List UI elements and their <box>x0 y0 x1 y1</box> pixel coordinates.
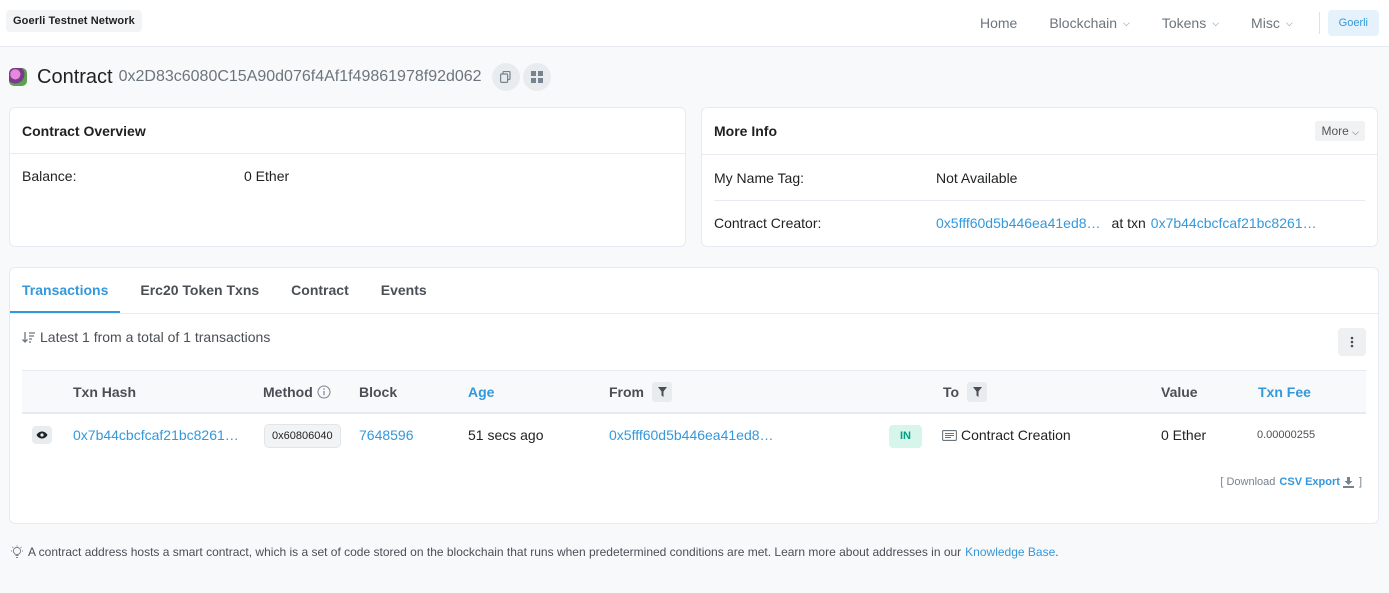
top-header: Goerli Testnet Network Home Blockchain ⌵ … <box>0 0 1389 47</box>
card-title: More Info <box>714 123 777 139</box>
creator-txn-link[interactable]: 0x7b44cbcfcaf21bc8261… <box>1151 215 1317 231</box>
nav-misc[interactable]: Misc ⌵ <box>1235 0 1309 46</box>
contract-avatar <box>9 68 27 86</box>
footer-note: A contract address hosts a smart contrac… <box>9 545 1059 559</box>
csv-export-label: CSV Export <box>1279 476 1340 488</box>
card-header: More Info More ⌵ <box>702 108 1377 155</box>
creator-address-link[interactable]: 0x5fff60d5b446ea41ed8… <box>936 215 1101 231</box>
col-txn-hash: Txn Hash <box>73 384 137 400</box>
tab-events[interactable]: Events <box>365 268 443 313</box>
age-value: 51 secs ago <box>468 427 544 443</box>
col-from: From <box>609 371 672 413</box>
qr-code-icon <box>530 71 543 83</box>
page-title-row: Contract 0x2D83c6080C15A90d076f4Af1f4986… <box>9 62 554 92</box>
tab-erc20-token-txns[interactable]: Erc20 Token Txns <box>120 268 275 313</box>
contract-address: 0x2D83c6080C15A90d076f4Af1f49861978f92d0… <box>118 68 482 85</box>
download-row: [ Download CSV Export ] <box>1220 476 1362 488</box>
more-button-label: More <box>1321 124 1349 138</box>
nav-misc-label: Misc <box>1251 15 1280 31</box>
qr-code-button[interactable] <box>522 63 551 91</box>
tab-transactions[interactable]: Transactions <box>10 268 121 313</box>
lightbulb-icon <box>11 545 23 558</box>
nav-home[interactable]: Home <box>964 0 1033 46</box>
nav-home-label: Home <box>979 15 1018 31</box>
summary-text: Latest 1 from a total of 1 transactions <box>40 329 271 345</box>
chevron-down-icon: ⌵ <box>1285 18 1293 28</box>
download-suffix: ] <box>1358 476 1362 488</box>
value-cell: 0 Ether <box>1161 427 1207 443</box>
page-title: Contract <box>37 65 113 88</box>
col-value: Value <box>1161 384 1198 400</box>
download-prefix: [ Download <box>1220 476 1276 488</box>
nav-blockchain-label: Blockchain <box>1049 15 1118 31</box>
knowledge-base-link[interactable]: Knowledge Base <box>965 545 1055 559</box>
csv-export-link[interactable]: CSV Export <box>1279 476 1354 488</box>
col-to: To <box>943 371 988 413</box>
card-title: Contract Overview <box>22 122 146 139</box>
col-method: Method <box>263 371 331 413</box>
col-age[interactable]: Age <box>468 371 494 413</box>
name-tag-label: My Name Tag: <box>714 169 804 186</box>
from-address-link[interactable]: 0x5fff60d5b446ea41ed8… <box>609 414 774 456</box>
nav-blockchain[interactable]: Blockchain ⌵ <box>1033 0 1146 46</box>
table-options-button[interactable] <box>1338 328 1366 356</box>
network-switch-button[interactable]: Goerli <box>1327 10 1379 36</box>
col-method-label: Method <box>263 384 313 400</box>
download-icon <box>1342 476 1354 488</box>
chevron-down-icon: ⌵ <box>1352 127 1359 137</box>
name-tag-value: Not Available <box>936 169 1018 186</box>
to-value: Contract Creation <box>961 427 1071 443</box>
nav-tokens[interactable]: Tokens ⌵ <box>1146 0 1235 46</box>
network-badge: Goerli Testnet Network <box>6 10 142 32</box>
card-header: Contract Overview <box>10 108 685 154</box>
eye-icon <box>36 431 48 439</box>
info-icon[interactable] <box>317 385 331 399</box>
at-txn-text: at txn <box>1111 215 1146 231</box>
tab-contract[interactable]: Contract <box>275 268 365 313</box>
contract-overview-card: Contract Overview Balance: 0 Ether <box>9 107 686 247</box>
txn-fee-cell: 0.00000255 <box>1257 429 1316 441</box>
col-to-label: To <box>943 384 960 400</box>
name-tag-row: My Name Tag: Not Available <box>714 155 1365 201</box>
balance-label: Balance: <box>22 168 77 184</box>
col-txn-fee[interactable]: Txn Fee <box>1258 371 1311 413</box>
sort-icon <box>22 331 35 343</box>
to-filter-button[interactable] <box>967 382 988 402</box>
main-nav: Home Blockchain ⌵ Tokens ⌵ Misc ⌵ Goerli <box>964 0 1389 46</box>
col-block: Block <box>359 384 398 400</box>
nav-divider <box>1318 12 1320 34</box>
to-cell: Contract Creation <box>942 414 1071 456</box>
txn-hash-link[interactable]: 0x7b44cbcfcaf21bc8261… <box>73 414 239 456</box>
filter-icon <box>972 387 982 397</box>
balance-row: Balance: 0 Ether <box>10 154 685 198</box>
tab-bar: Transactions Erc20 Token Txns Contract E… <box>10 268 1378 314</box>
copy-address-button[interactable] <box>491 63 520 91</box>
footer-end: . <box>1055 545 1059 559</box>
footer-text: A contract address hosts a smart contrac… <box>28 545 962 559</box>
chevron-down-icon: ⌵ <box>1212 18 1220 28</box>
copy-icon <box>500 71 511 83</box>
col-from-label: From <box>609 384 644 400</box>
more-dropdown-button[interactable]: More ⌵ <box>1315 121 1365 141</box>
more-info-card: More Info More ⌵ My Name Tag: Not Availa… <box>701 107 1378 247</box>
table-header: Txn Hash Method Block Age From To Value … <box>22 370 1366 414</box>
block-link[interactable]: 7648596 <box>359 414 414 456</box>
method-badge: 0x60806040 <box>264 424 341 448</box>
contract-creator-row: Contract Creator: 0x5fff60d5b446ea41ed8…… <box>702 201 1377 245</box>
contract-creation-icon <box>942 429 957 441</box>
transactions-card: Transactions Erc20 Token Txns Contract E… <box>9 267 1379 524</box>
creator-label: Contract Creator: <box>714 215 822 231</box>
from-filter-button[interactable] <box>652 382 672 402</box>
chevron-down-icon: ⌵ <box>1123 18 1130 28</box>
view-txn-button[interactable] <box>32 426 52 444</box>
nav-tokens-label: Tokens <box>1161 15 1207 31</box>
table-row: 0x7b44cbcfcaf21bc8261… 0x60806040 764859… <box>22 414 1366 456</box>
more-vertical-icon <box>1350 336 1354 348</box>
balance-value: 0 Ether <box>244 168 290 184</box>
direction-badge: IN <box>889 425 922 448</box>
filter-icon <box>657 387 667 397</box>
transactions-summary: Latest 1 from a total of 1 transactions <box>22 329 270 345</box>
